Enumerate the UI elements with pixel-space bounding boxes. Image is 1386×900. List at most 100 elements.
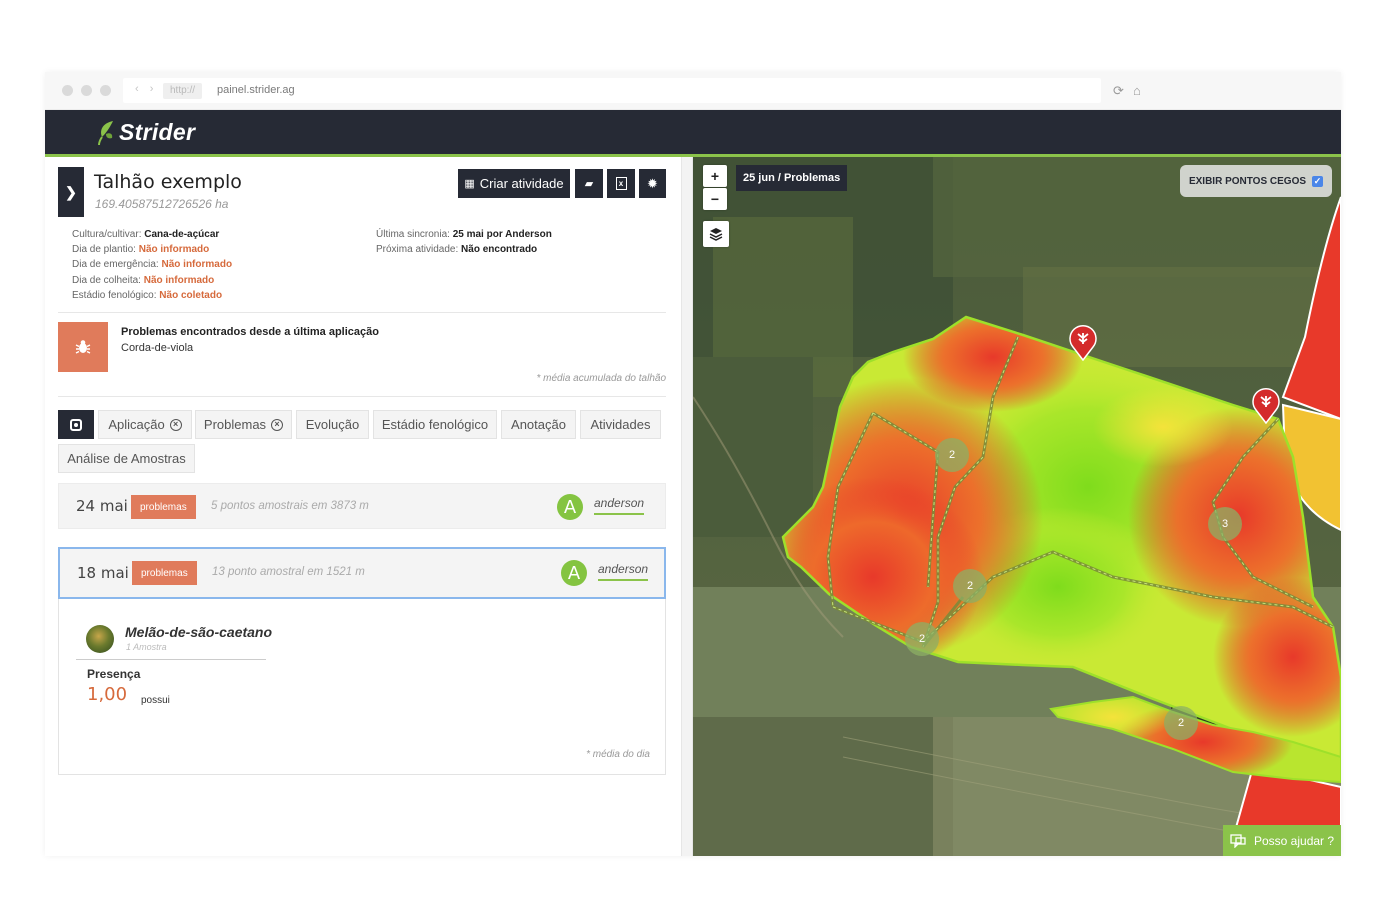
layers-button[interactable] — [703, 221, 729, 247]
reload-icon[interactable]: ⟳ — [1113, 83, 1124, 99]
record-row-selected[interactable]: 18 mai problemas 13 ponto amostral em 15… — [58, 547, 666, 599]
tab-problemas[interactable]: Problemas × — [195, 410, 292, 439]
metric-unit: possui — [141, 695, 170, 706]
help-chat-button[interactable]: Posso ajudar ? — [1223, 825, 1341, 856]
map-view[interactable]: 2 2 2 3 2 + − 25 jun / Problemas EXIBIR … — [693, 157, 1341, 856]
cluster-count: 2 — [966, 580, 974, 592]
avatar[interactable]: A — [557, 494, 583, 520]
daily-average-note: * média do dia — [586, 749, 650, 760]
window-maximize-dot[interactable] — [100, 85, 111, 96]
field-area: 169.40587512726526 ha — [95, 197, 229, 211]
browser-window: ‹ › http:// painel.strider.ag ⟳ ⌂ Stride… — [45, 72, 1341, 856]
app-header: Strider — [45, 110, 1341, 157]
url-text[interactable]: painel.strider.ag — [217, 84, 295, 96]
bug-icon — [75, 340, 91, 354]
divider — [58, 396, 666, 397]
prop-phenological-stage: Estádio fenológico: Não coletado — [72, 289, 223, 301]
tab-analise-amostras[interactable]: Análise de Amostras — [58, 444, 195, 473]
tab-aplicacao[interactable]: Aplicação × — [98, 410, 192, 439]
field-title: Talhão exemplo — [94, 171, 242, 193]
export-excel-button[interactable]: x — [607, 169, 635, 198]
weed-thumbnail — [86, 625, 114, 653]
field-properties-right: Última sincronia: 25 mai por Anderson Pr… — [376, 227, 552, 257]
problem-item: Corda-de-viola — [121, 342, 194, 354]
help-label: Posso ajudar ? — [1254, 833, 1335, 848]
problem-pin-icon[interactable] — [1068, 323, 1098, 361]
metric-value: 1,00 — [87, 684, 128, 705]
address-bar[interactable]: ‹ › http:// painel.strider.ag — [123, 78, 1101, 103]
sample-cluster-marker[interactable]: 3 — [1208, 507, 1242, 541]
gear-icon: ✹ — [647, 175, 658, 191]
heatmap-canvas[interactable] — [693, 157, 1341, 856]
create-activity-label: Criar atividade — [479, 176, 564, 191]
calendar-icon: ▦ — [464, 178, 475, 190]
record-row[interactable]: 24 mai problemas 5 pontos amostrais em 3… — [58, 483, 666, 529]
sample-cluster-marker[interactable]: 2 — [953, 569, 987, 603]
tab-problemas-label: Problemas — [203, 417, 267, 432]
window-minimize-dot[interactable] — [81, 85, 92, 96]
tab-evolucao-label: Evolução — [305, 417, 360, 432]
logo-text: Strider — [119, 119, 196, 145]
sample-cluster-marker[interactable]: 2 — [905, 622, 939, 656]
remove-filter-icon[interactable]: × — [271, 418, 284, 431]
tab-aplicacao-label: Aplicação — [108, 417, 165, 432]
home-icon[interactable]: ⌂ — [1133, 83, 1141, 98]
back-forward-icon[interactable]: ‹ › — [135, 83, 157, 95]
tab-estadio-label: Estádio fenológico — [381, 417, 489, 432]
protocol-label: http:// — [163, 83, 203, 99]
settings-button[interactable]: ✹ — [639, 169, 666, 198]
cluster-count: 2 — [1177, 717, 1185, 729]
tab-atividades[interactable]: Atividades — [580, 410, 661, 439]
tab-all[interactable] — [58, 410, 94, 439]
checkbox-checked-icon[interactable]: ✓ — [1312, 175, 1324, 187]
window-close-dot[interactable] — [62, 85, 73, 96]
weed-name: Melão-de-são-caetano — [125, 624, 273, 640]
divider — [58, 312, 666, 313]
problems-badge: problemas — [131, 495, 196, 519]
chat-icon — [1230, 833, 1246, 848]
sample-cluster-marker[interactable]: 2 — [935, 438, 969, 472]
avatar[interactable]: A — [561, 560, 587, 586]
remove-filter-icon[interactable]: × — [169, 418, 182, 431]
record-info: 5 pontos amostrais em 3873 m — [211, 500, 369, 512]
chevron-right-icon: ❯ — [65, 183, 77, 200]
strider-logo[interactable]: Strider — [97, 119, 195, 146]
zoom-out-button[interactable]: − — [703, 188, 727, 210]
prop-crop: Cultura/cultivar: Cana-de-açúcar — [72, 229, 220, 240]
minus-icon: − — [710, 191, 720, 207]
sample-count: 1 Amostra — [126, 642, 167, 652]
accumulated-note: * média acumulada do talhão — [536, 373, 666, 384]
prop-last-sync: Última sincronia: 25 mai por Anderson — [376, 229, 552, 240]
tab-analise-label: Análise de Amostras — [67, 451, 186, 466]
browser-toolbar: ‹ › http:// painel.strider.ag ⟳ ⌂ — [45, 72, 1341, 110]
prop-emergence-day: Dia de emergência: Não informado — [72, 259, 233, 271]
divider — [76, 659, 266, 660]
problem-pin-icon[interactable] — [1251, 386, 1281, 424]
tab-evolucao[interactable]: Evolução — [296, 410, 369, 439]
excel-file-icon: x — [615, 177, 627, 190]
map-date-label: 25 jun / Problemas — [736, 165, 848, 191]
sample-cluster-marker[interactable]: 2 — [1164, 706, 1198, 740]
target-icon — [70, 418, 82, 431]
panel-resizer[interactable] — [681, 157, 693, 856]
tab-anotacao[interactable]: Anotação — [501, 410, 576, 439]
user-name[interactable]: anderson — [598, 562, 649, 581]
cluster-count: 2 — [918, 633, 926, 645]
cluster-count: 3 — [1221, 518, 1229, 530]
prop-harvest-day: Dia de colheita: Não informado — [72, 274, 215, 286]
record-detail: Melão-de-são-caetano 1 Amostra Presença … — [58, 599, 666, 775]
user-name[interactable]: anderson — [594, 496, 645, 515]
report-button[interactable]: ▰ — [575, 169, 603, 198]
blind-spots-label: EXIBIR PONTOS CEGOS — [1188, 175, 1307, 187]
create-activity-button[interactable]: ▦ Criar atividade — [458, 169, 570, 198]
zoom-in-button[interactable]: + — [703, 165, 727, 187]
field-properties-left: Cultura/cultivar: Cana-de-açúcar Dia de … — [72, 227, 232, 303]
problem-icon-box — [58, 322, 108, 372]
collapse-panel-button[interactable]: ❯ — [58, 167, 84, 217]
tab-estadio-fenologico[interactable]: Estádio fenológico — [373, 410, 497, 439]
leaf-logo-icon — [98, 120, 113, 145]
field-panel: ❯ Talhão exemplo 169.40587512726526 ha ▦… — [45, 157, 681, 856]
blind-spots-toggle[interactable]: EXIBIR PONTOS CEGOS ✓ — [1180, 165, 1332, 197]
prop-next-activity: Próxima atividade: Não encontrado — [376, 244, 538, 256]
book-icon: ▰ — [584, 178, 594, 190]
